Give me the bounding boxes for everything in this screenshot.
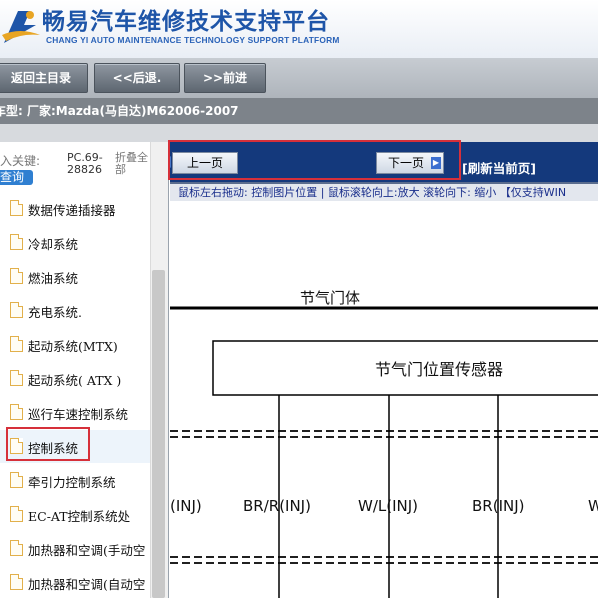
- site-subtitle: CHANG YI AUTO MAINTENANCE TECHNOLOGY SUP…: [46, 35, 340, 45]
- back-button[interactable]: <<后退.: [94, 63, 180, 93]
- document-icon: [10, 438, 23, 454]
- list-item-label: 巡行车速控制系统: [28, 407, 129, 422]
- prev-arrow-icon: [170, 156, 171, 168]
- list-item-label: 加热器和空调(自动空: [28, 577, 146, 592]
- wire-label: BR/R(INJ): [243, 497, 311, 515]
- wire-label: W: [588, 497, 598, 515]
- nav-bar: 返回主目录 <<后退. >>前进: [0, 58, 598, 98]
- list-item[interactable]: 起动系统( ATX ): [0, 362, 150, 395]
- list-item[interactable]: 巡行车速控制系统: [0, 396, 150, 429]
- list-item-label: 加热器和空调(手动空: [28, 543, 146, 558]
- sidebar-scroll-thumb[interactable]: [152, 270, 165, 598]
- document-icon: [10, 472, 23, 488]
- chang-yi-logo-icon: [2, 11, 40, 43]
- list-item-label: 牵引力控制系统: [28, 475, 116, 490]
- forward-button[interactable]: >>前进: [184, 63, 266, 93]
- list-item-label: 充电系统.: [28, 305, 82, 320]
- throttle-body-label: 节气门体: [300, 289, 360, 307]
- home-button[interactable]: 返回主目录: [0, 63, 88, 93]
- next-page-button[interactable]: 下一页 ▶: [376, 152, 444, 174]
- wiring-diagram[interactable]: 节气门体 节气门位置传感器 (INJ) BR/R(INJ) W/L(INJ) B…: [170, 201, 598, 598]
- document-icon: [10, 370, 23, 386]
- prev-page-button[interactable]: 上一页: [170, 152, 238, 174]
- document-icon: [10, 268, 23, 284]
- next-arrow-icon: ▶: [431, 157, 441, 169]
- document-icon: [10, 506, 23, 522]
- wire-label: BR(INJ): [472, 497, 525, 515]
- keyword-code: PC.69-28826: [67, 151, 103, 176]
- document-icon: [10, 336, 23, 352]
- sensor-label: 节气门位置传感器: [375, 360, 503, 379]
- list-item-selected[interactable]: 控制系统: [0, 430, 150, 463]
- list-item-label: 起动系统(MTX): [28, 339, 118, 354]
- site-title: 畅易汽车维修技术支持平台: [42, 9, 330, 35]
- vehicle-info-text: 车型: 厂家:Mazda(马自达)M62006-2007: [0, 104, 239, 118]
- list-item-label: 冷却系统: [28, 237, 79, 252]
- list-item[interactable]: EC-AT控制系统处: [0, 498, 150, 531]
- list-item[interactable]: 数据传递插接器: [0, 192, 150, 225]
- hint-text: 鼠标左右拖动: 控制图片位置 | 鼠标滚轮向上:放大 滚轮向下: 缩小 【仅支持…: [178, 186, 567, 199]
- left-panel: 入关键: PC.69-28826 折叠全部 查询 数据传递插接器 冷却系统 燃油…: [0, 142, 169, 598]
- list-item-label: 控制系统: [28, 441, 79, 456]
- list-item[interactable]: 充电系统.: [0, 294, 150, 327]
- document-icon: [10, 404, 23, 420]
- list-item[interactable]: 加热器和空调(自动空: [0, 566, 150, 599]
- list-item[interactable]: 冷却系统: [0, 226, 150, 259]
- refresh-page-link[interactable]: [刷新当前页]: [462, 158, 536, 177]
- list-item-label: 数据传递插接器: [28, 203, 116, 218]
- diagram-viewer: 上一页 下一页 ▶ [刷新当前页] 鼠标左右拖动: 控制图片位置 | 鼠标滚轮向…: [170, 142, 598, 598]
- vehicle-info-bar: 车型: 厂家:Mazda(马自达)M62006-2007: [0, 98, 598, 124]
- next-page-label: 下一页: [387, 156, 424, 170]
- wire-label: (INJ): [170, 497, 202, 515]
- list-item-label: 燃油系统: [28, 271, 79, 286]
- list-item[interactable]: 加热器和空调(手动空: [0, 532, 150, 565]
- list-item-label: EC-AT控制系统处: [28, 509, 131, 524]
- list-item[interactable]: 燃油系统: [0, 260, 150, 293]
- hint-bar: 鼠标左右拖动: 控制图片位置 | 鼠标滚轮向上:放大 滚轮向下: 缩小 【仅支持…: [170, 184, 598, 201]
- query-button[interactable]: 查询: [0, 170, 33, 185]
- document-icon: [10, 234, 23, 250]
- document-icon: [10, 540, 23, 556]
- header-banner: 畅易汽车维修技术支持平台 CHANG YI AUTO MAINTENANCE T…: [0, 0, 598, 58]
- wire-label: W/L(INJ): [358, 497, 418, 515]
- keyword-label: 入关键:: [0, 154, 41, 168]
- document-icon: [10, 574, 23, 590]
- list-item-label: 起动系统( ATX ): [28, 373, 122, 388]
- list-item[interactable]: 牵引力控制系统: [0, 464, 150, 497]
- fold-all-link[interactable]: 折叠全部: [115, 152, 155, 176]
- viewer-toolbar: 上一页 下一页 ▶ [刷新当前页]: [170, 142, 598, 182]
- document-icon: [10, 200, 23, 216]
- document-icon: [10, 302, 23, 318]
- prev-page-label: 上一页: [186, 156, 223, 170]
- list-item[interactable]: 起动系统(MTX): [0, 328, 150, 361]
- spacer-bar: [0, 124, 598, 142]
